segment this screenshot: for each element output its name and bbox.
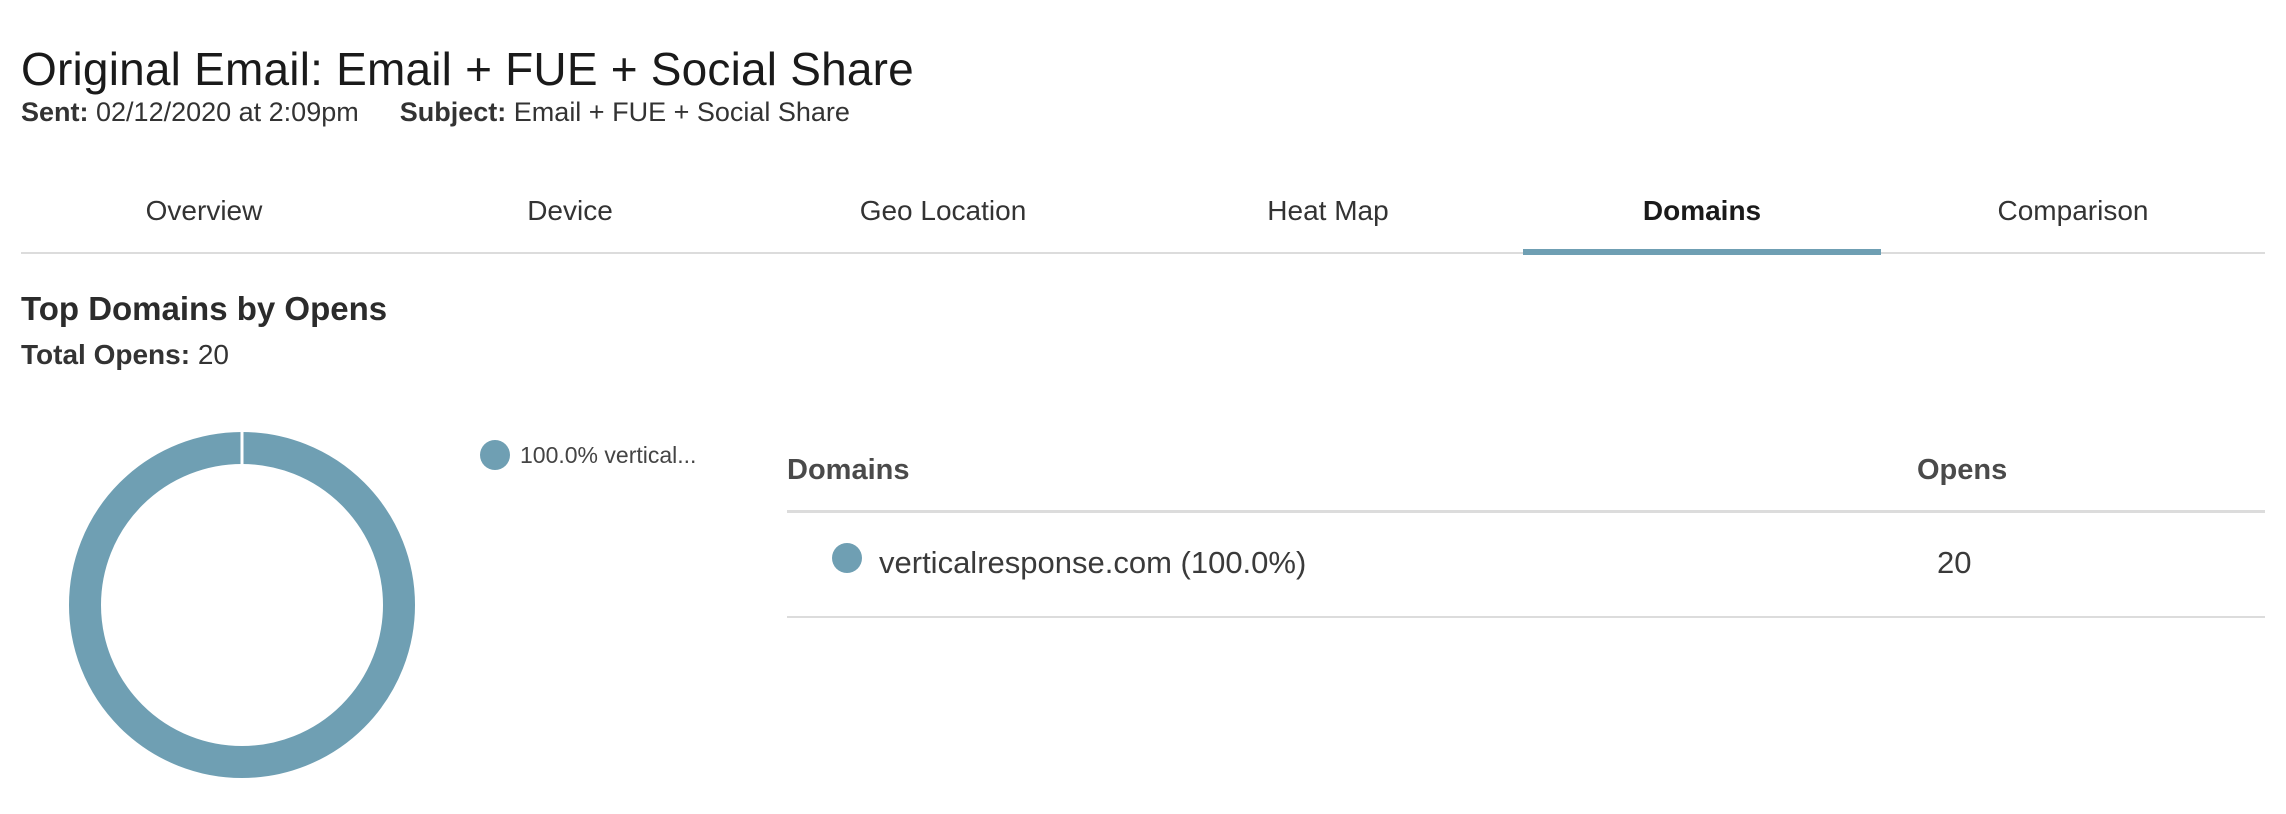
total-opens-label: Total Opens: bbox=[21, 339, 191, 370]
tab-comparison[interactable]: Comparison bbox=[1881, 170, 2265, 252]
tab-label: Domains bbox=[1642, 195, 1762, 226]
legend-swatch bbox=[480, 440, 510, 470]
tab-heat-map[interactable]: Heat Map bbox=[1133, 170, 1523, 252]
legend-label: 100.0% vertical... bbox=[520, 441, 697, 468]
section-title: Top Domains by Opens bbox=[21, 290, 388, 327]
page: Original Email: Email + FUE + Social Sha… bbox=[0, 0, 2286, 814]
domains-table: Domains Opens verticalresponse.com (100.… bbox=[787, 440, 2265, 618]
tab-label: Overview bbox=[145, 195, 263, 226]
domain-cell: verticalresponse.com (100.0%) bbox=[879, 545, 1307, 580]
domain-color-dot bbox=[832, 543, 862, 573]
chart-legend[interactable]: 100.0% vertical... bbox=[480, 440, 696, 470]
tab-label: Geo Location bbox=[859, 195, 1027, 226]
column-header-opens[interactable]: Opens bbox=[1917, 454, 2007, 487]
domains-donut-chart bbox=[69, 431, 415, 778]
sent-label: Sent: bbox=[21, 97, 89, 127]
tab-geo-location[interactable]: Geo Location bbox=[753, 170, 1133, 252]
page-title: Original Email: Email + FUE + Social Sha… bbox=[21, 43, 914, 95]
tab-label: Device bbox=[527, 195, 613, 226]
tab-domains[interactable]: Domains bbox=[1523, 170, 1881, 255]
tab-overview[interactable]: Overview bbox=[21, 170, 387, 252]
subject-value: Email + FUE + Social Share bbox=[513, 97, 850, 127]
email-meta: Sent: 02/12/2020 at 2:09pm Subject: Emai… bbox=[21, 97, 850, 128]
total-opens-value: 20 bbox=[197, 339, 229, 370]
sent-value: 02/12/2020 at 2:09pm bbox=[96, 97, 359, 127]
tab-device[interactable]: Device bbox=[387, 170, 753, 252]
table-header: Domains Opens bbox=[787, 440, 2265, 513]
tab-label: Comparison bbox=[1997, 195, 2149, 226]
subject-label: Subject: bbox=[399, 97, 507, 127]
column-header-domains[interactable]: Domains bbox=[787, 454, 909, 487]
opens-cell: 20 bbox=[1937, 545, 1972, 580]
total-opens: Total Opens: 20 bbox=[21, 339, 229, 371]
tab-label: Heat Map bbox=[1267, 195, 1389, 226]
table-row: verticalresponse.com (100.0%) 20 bbox=[787, 513, 2265, 618]
active-tab-indicator bbox=[1523, 249, 1881, 255]
report-tabs: Overview Device Geo Location Heat Map Do… bbox=[21, 170, 2265, 255]
donut-slice-verticalresponse-com[interactable] bbox=[69, 432, 415, 778]
